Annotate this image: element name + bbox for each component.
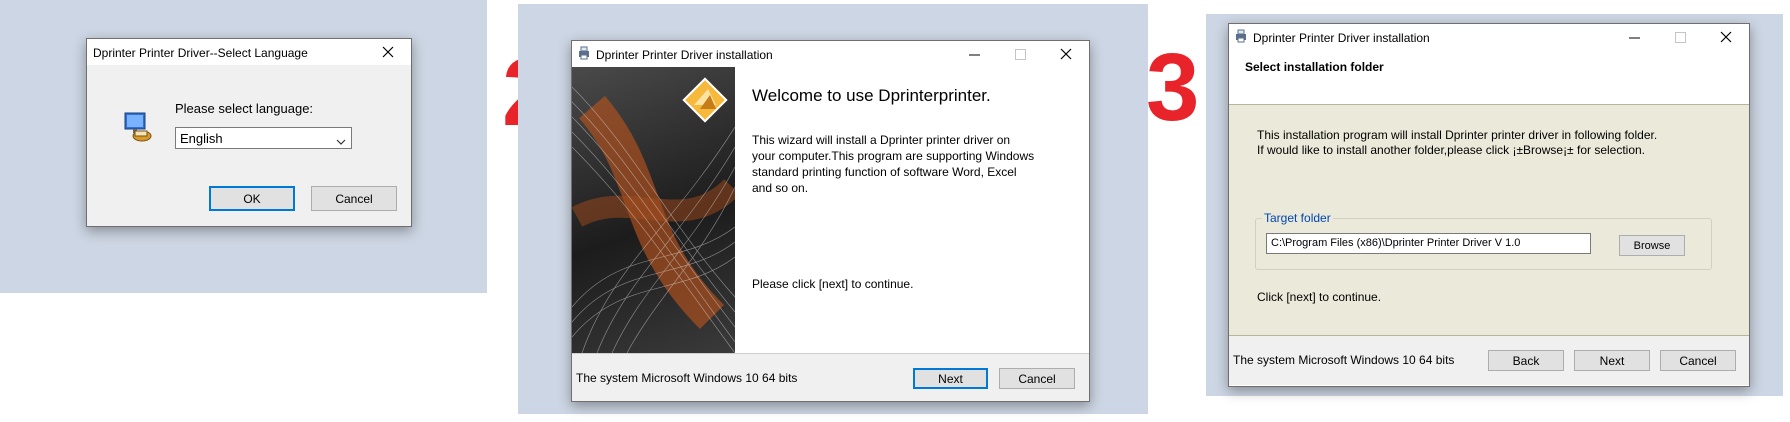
welcome-body-line: your computer.This program are supportin… [752, 149, 1035, 163]
window-title: Dprinter Printer Driver installation [1253, 31, 1430, 45]
folder-path-input[interactable]: C:\Program Files (x86)\Dprinter Printer … [1266, 233, 1591, 254]
welcome-heading: Welcome to use Dprinterprinter. [752, 86, 991, 105]
cancel-button[interactable]: Cancel [1660, 350, 1736, 371]
welcome-dialog-titlebar[interactable]: Dprinter Printer Driver installation [572, 41, 1089, 67]
welcome-dialog: Dprinter Printer Driver installation Wel… [571, 40, 1090, 402]
system-info-text: The system Microsoft Windows 10 64 bits [1233, 353, 1455, 367]
system-info-text: The system Microsoft Windows 10 64 bits [576, 371, 798, 385]
dprinter-logo-icon [680, 75, 730, 130]
folder-page-body: This installation program will install D… [1229, 104, 1749, 336]
wizard-footer: The system Microsoft Windows 10 64 bits … [572, 353, 1089, 401]
cancel-button[interactable]: Cancel [311, 186, 397, 211]
folder-path-value: C:\Program Files (x86)\Dprinter Printer … [1271, 237, 1521, 249]
folder-dialog: Dprinter Printer Driver installation Sel… [1228, 23, 1750, 387]
info-line: This installation program will install D… [1257, 128, 1658, 142]
page-subtitle: Select installation folder [1245, 60, 1384, 74]
maximize-icon [997, 41, 1043, 67]
wizard-banner-image [572, 67, 735, 353]
ok-button[interactable]: OK [209, 186, 295, 211]
chevron-down-icon [336, 134, 346, 149]
language-dialog-titlebar[interactable]: Dprinter Printer Driver--Select Language [87, 39, 411, 65]
browse-button[interactable]: Browse [1619, 235, 1685, 256]
continue-text: Click [next] to continue. [1257, 290, 1382, 304]
maximize-icon [1657, 24, 1703, 50]
window-title: Dprinter Printer Driver--Select Language [93, 46, 308, 60]
printer-icon [1234, 29, 1248, 46]
language-select[interactable]: English [175, 127, 352, 149]
minimize-icon[interactable] [951, 41, 997, 67]
minimize-icon[interactable] [1611, 24, 1657, 50]
close-icon[interactable] [1703, 24, 1749, 50]
wizard-footer: The system Microsoft Windows 10 64 bits … [1229, 336, 1749, 385]
language-prompt: Please select language: [175, 101, 314, 116]
welcome-body-line: standard printing function of software W… [752, 165, 1017, 179]
printer-icon [577, 46, 591, 63]
continue-text: Please click [next] to continue. [752, 277, 914, 291]
welcome-body-line: This wizard will install a Dprinter prin… [752, 133, 1011, 147]
language-select-value: English [180, 131, 223, 146]
step-number-3: 3 [1146, 34, 1200, 141]
window-title: Dprinter Printer Driver installation [596, 48, 773, 62]
welcome-body-line: and so on. [752, 181, 809, 195]
info-line: If would like to install another folder,… [1257, 143, 1646, 157]
cancel-button[interactable]: Cancel [999, 368, 1075, 389]
target-folder-label: Target folder [1262, 211, 1333, 225]
computer-printer-icon [121, 111, 153, 143]
next-button[interactable]: Next [913, 368, 988, 389]
back-button[interactable]: Back [1488, 350, 1564, 371]
next-button[interactable]: Next [1574, 350, 1650, 371]
close-icon[interactable] [1043, 41, 1089, 67]
close-icon[interactable] [365, 39, 411, 65]
folder-dialog-titlebar[interactable]: Dprinter Printer Driver installation [1229, 24, 1749, 50]
language-dialog: Dprinter Printer Driver--Select Language… [86, 38, 412, 227]
